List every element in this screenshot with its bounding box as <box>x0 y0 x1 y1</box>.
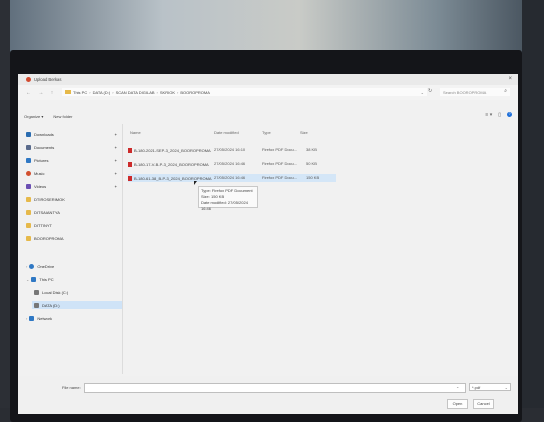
sidebar-item-videos[interactable]: Videos <box>26 182 46 190</box>
view-menu-icon[interactable]: ≡ ▾ <box>485 112 492 118</box>
folder-icon <box>26 196 31 202</box>
file-list: Name Date modified Type Size B-180-2021-… <box>124 124 518 374</box>
file-name: B-180-17-V-B-P-3_2024_BOOROPROMA <box>134 161 209 167</box>
nav-buttons[interactable]: ← → ↑ <box>26 90 56 96</box>
refresh-icon[interactable]: ↻ <box>428 88 432 94</box>
file-tooltip: Type: Firefox PDF Document Size: 150 KB … <box>198 186 258 211</box>
file-type: Firefox PDF Docu... <box>262 161 298 166</box>
chevron-down-icon[interactable]: ⌄ <box>421 90 424 95</box>
breadcrumb-current[interactable]: BOOROPROMA <box>180 90 210 95</box>
dialog-footer: File name: ⌄ *.pdf ⌄ Open Cancel <box>18 376 518 414</box>
pictures-icon <box>26 157 31 163</box>
sidebar-item-onedrive[interactable]: › OneDrive <box>26 262 54 270</box>
file-type-select[interactable]: *.pdf ⌄ <box>469 383 511 391</box>
close-icon[interactable]: × <box>508 76 512 82</box>
sidebar-item-this-pc[interactable]: ⌄ This PC <box>26 275 54 283</box>
music-icon <box>26 170 31 176</box>
navigation-pane: Downloads ✦ Documents ✦ Pictures ✦ Music… <box>18 124 122 374</box>
help-icon[interactable]: ? <box>507 112 512 117</box>
pin-icon: ✦ <box>114 132 118 137</box>
sidebar-item-folder-2[interactable]: DITSAIANTYA <box>26 208 60 216</box>
address-bar[interactable]: This PC › DATA (D:) › SCAN DATA DIGILAB › S… <box>62 88 427 96</box>
sidebar-item-folder-4[interactable]: BOOROPROMA <box>26 234 64 242</box>
file-date: 27/05/2024 16:46 <box>214 175 246 180</box>
column-header-size[interactable]: Size <box>300 130 308 137</box>
drive-icon <box>34 289 39 295</box>
firefox-icon <box>26 77 31 82</box>
file-size: 50 KB <box>306 161 317 166</box>
folder-icon <box>26 235 31 241</box>
mouse-cursor <box>194 181 197 185</box>
command-bar: Organize ▾ New folder ≡ ▾ ▯ ? <box>18 111 518 121</box>
breadcrumb-data-d[interactable]: DATA (D:) <box>93 90 111 95</box>
file-type: Firefox PDF Docu... <box>262 175 298 180</box>
cancel-button[interactable]: Cancel <box>473 399 494 409</box>
background-left <box>0 0 10 422</box>
file-type-value: *.pdf <box>472 385 481 390</box>
tooltip-date: Date modified: 27/05/2024 16:46 <box>201 200 248 211</box>
folder-icon <box>26 222 31 228</box>
chevron-down-icon: ⌄ <box>504 385 508 390</box>
column-header-name[interactable]: Name <box>130 130 141 137</box>
sidebar-item-local-disk[interactable]: Local Disk (C:) <box>34 288 68 296</box>
pdf-file-icon <box>128 175 132 181</box>
file-dialog: Upload Berkas × ← → ↑ This PC › DATA (D:)… <box>18 74 518 414</box>
folder-icon <box>65 90 71 94</box>
address-row: ← → ↑ This PC › DATA (D:) › SCAN DATA DIGI… <box>18 85 518 100</box>
file-name-label: File name: <box>62 385 81 390</box>
documents-icon <box>26 144 31 150</box>
dialog-title: Upload Berkas <box>34 77 62 82</box>
file-name: B-180-61-38_B-P-3_2024_BOOROPROMA <box>134 175 212 181</box>
pane-divider[interactable] <box>122 124 123 374</box>
sidebar-item-documents[interactable]: Documents <box>26 143 54 151</box>
sidebar-item-network[interactable]: › Network <box>26 314 52 322</box>
sidebar-item-downloads[interactable]: Downloads <box>26 130 54 138</box>
view-controls: ≡ ▾ ▯ ? <box>485 112 512 118</box>
background-right <box>522 0 544 422</box>
pdf-file-icon <box>128 147 132 153</box>
file-name: B-180-2021-SEP-3_2024_BOOROPROMA <box>134 147 211 153</box>
breadcrumb-scan[interactable]: SCAN DATA DIGILAB <box>116 90 155 95</box>
downloads-icon <box>26 131 31 137</box>
file-size: 38 KB <box>306 147 317 152</box>
computer-icon <box>31 276 37 282</box>
preview-pane-icon[interactable]: ▯ <box>498 112 501 118</box>
file-name-input[interactable] <box>84 383 466 393</box>
open-button[interactable]: Open <box>447 399 468 409</box>
videos-icon <box>26 183 31 189</box>
sidebar-item-music[interactable]: Music <box>26 169 44 177</box>
drive-icon <box>34 302 39 308</box>
sidebar-item-folder-3[interactable]: DITTINYT <box>26 221 52 229</box>
search-icon: ⌕ <box>504 88 507 94</box>
search-placeholder: Search BOOROPROMA <box>443 89 487 95</box>
column-header-date[interactable]: Date modified <box>214 130 239 137</box>
search-input[interactable]: Search BOOROPROMA ⌕ <box>440 88 510 96</box>
folder-icon <box>26 209 31 215</box>
title-bar: Upload Berkas × <box>18 74 518 85</box>
sidebar-item-data-d[interactable]: DATA (D:) <box>32 301 122 309</box>
breadcrumb-skriok[interactable]: SKRIOK <box>160 90 175 95</box>
network-icon <box>29 315 35 321</box>
breadcrumb-this-pc[interactable]: This PC <box>73 90 87 95</box>
file-date: 27/05/2024 16:10 <box>214 147 246 152</box>
pin-icon: ✦ <box>114 145 118 150</box>
file-size: 150 KB <box>306 175 320 180</box>
pdf-file-icon <box>128 161 132 167</box>
sidebar-item-pictures[interactable]: Pictures <box>26 156 48 164</box>
cloud-icon <box>29 263 35 269</box>
file-date: 27/05/2024 16:46 <box>214 161 246 166</box>
file-type: Firefox PDF Docu... <box>262 147 298 152</box>
chevron-down-icon[interactable]: ⌄ <box>456 384 459 389</box>
column-header-type[interactable]: Type <box>262 130 271 137</box>
new-folder-button[interactable]: New folder <box>53 114 72 119</box>
pin-icon: ✦ <box>114 171 118 176</box>
organize-button[interactable]: Organize ▾ <box>24 114 43 119</box>
sidebar-item-folder-1[interactable]: DTIROSERIMOK <box>26 195 65 203</box>
pin-icon: ✦ <box>114 158 118 163</box>
pin-icon: ✦ <box>114 184 118 189</box>
